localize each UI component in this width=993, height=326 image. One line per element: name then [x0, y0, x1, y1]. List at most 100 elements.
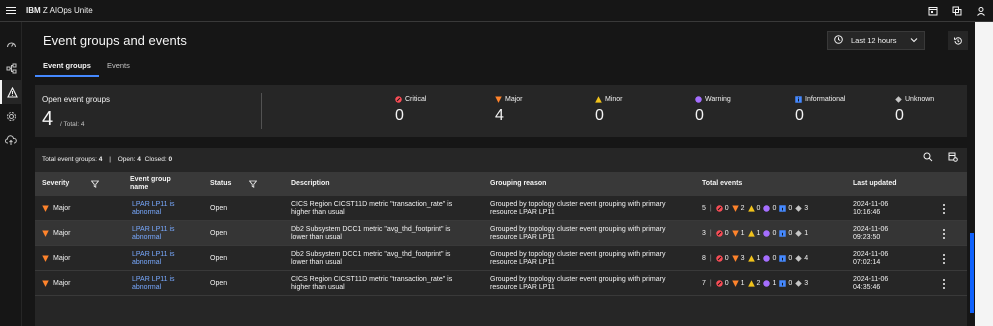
event-groups-table: Total event groups: 4 | Open: 4 Closed: … — [35, 148, 967, 326]
overflow-menu-icon[interactable] — [943, 279, 947, 289]
informational-icon — [795, 96, 802, 103]
warning-icon — [763, 255, 771, 262]
description-cell: Db2 Subsystem DCC1 metric "avg_thd_footp… — [291, 250, 451, 266]
grouping-reason-cell: Grouped by topology cluster event groupi… — [490, 250, 666, 266]
severity-major[interactable]: Major 4 — [495, 96, 523, 125]
informational-icon — [779, 280, 787, 287]
severity-critical[interactable]: Critical 0 — [395, 96, 426, 125]
critical-icon — [395, 96, 402, 103]
minor-icon — [747, 205, 755, 212]
severity-cell: Major — [42, 246, 71, 271]
severity-cell: Major — [42, 221, 71, 246]
major-icon — [495, 96, 502, 103]
menu-icon[interactable] — [0, 0, 22, 22]
overflow-menu-icon[interactable] — [943, 229, 947, 239]
th-total-events[interactable]: Total events — [702, 172, 742, 196]
switcher-icon[interactable] — [945, 0, 969, 22]
th-severity[interactable]: Severity — [42, 172, 100, 196]
severity-informational[interactable]: Informational 0 — [795, 96, 845, 125]
overflow-menu-icon[interactable] — [943, 254, 947, 264]
informational-icon — [779, 255, 787, 262]
chevron-down-icon — [910, 36, 918, 45]
filter-icon — [91, 180, 100, 188]
overflow-menu-icon[interactable] — [943, 204, 947, 214]
minor-icon — [747, 255, 755, 262]
description-cell: CICS Region CICST11D metric "transaction… — [291, 275, 453, 291]
tab-event-groups[interactable]: Event groups — [35, 60, 99, 77]
grouping-reason-cell: Grouped by topology cluster event groupi… — [490, 275, 666, 291]
last-updated-cell: 2024-11-06 09:23:50 — [853, 225, 889, 241]
th-grouping-reason[interactable]: Grouping reason — [490, 172, 546, 196]
topology-icon[interactable] — [0, 56, 22, 80]
cloud-upload-icon[interactable] — [0, 128, 22, 152]
events-alert-icon[interactable] — [0, 80, 22, 104]
calendar-icon[interactable] — [921, 0, 945, 22]
tab-events[interactable]: Events — [99, 60, 138, 77]
time-range-value: Last 12 hours — [851, 36, 897, 45]
total-events-cell: 7 | 0 1 2 1 0 3 — [702, 279, 809, 287]
severity-cell: Major — [42, 196, 71, 221]
app-brand[interactable]: IBM Z AIOps Unite — [26, 6, 93, 15]
grouping-reason-cell: Grouped by topology cluster event groupi… — [490, 200, 666, 216]
major-icon — [731, 230, 739, 237]
dashboard-icon[interactable] — [0, 32, 22, 56]
severity-warning[interactable]: Warning 0 — [695, 96, 731, 125]
table-row[interactable]: Major LPAR LP11 is abnormal Open CICS Reg… — [35, 271, 967, 296]
minor-icon — [595, 96, 602, 103]
table-counts: Total event groups: 4 | Open: 4 Closed: … — [42, 155, 173, 163]
time-range-dropdown[interactable]: Last 12 hours — [827, 31, 925, 50]
minor-icon — [747, 280, 755, 287]
event-group-name-link[interactable]: LPAR LP11 is abnormal — [132, 221, 175, 246]
status-cell: Open — [210, 279, 228, 287]
major-icon — [731, 205, 739, 212]
major-icon — [42, 280, 49, 287]
open-event-groups-summary: Open event groups 4 / Total: 4 Critical … — [35, 85, 967, 137]
major-icon — [731, 255, 739, 262]
event-group-name-link[interactable]: LPAR LP11 is abnormal — [132, 196, 175, 221]
unknown-icon — [895, 96, 902, 103]
main-content: Event groups and events Last 12 hours Ev… — [35, 22, 975, 326]
th-status[interactable]: Status — [210, 172, 258, 196]
summary-total: / Total: 4 — [60, 121, 85, 128]
major-icon — [42, 230, 49, 237]
warning-icon — [695, 96, 702, 103]
user-icon[interactable] — [969, 0, 993, 22]
table-row[interactable]: Major LPAR LP11 is abnormal Open Db2 Subs… — [35, 246, 967, 271]
settings-gear-icon[interactable] — [0, 104, 22, 128]
table-header: Severity Event group name Status Descript… — [35, 172, 967, 196]
status-cell: Open — [210, 229, 228, 237]
total-events-cell: 3 | 0 1 1 0 0 1 — [702, 229, 809, 237]
description-cell: CICS Region CICST11D metric "transaction… — [291, 200, 453, 216]
event-group-name-link[interactable]: LPAR LP11 is abnormal — [132, 246, 175, 271]
table-toolbar: Total event groups: 4 | Open: 4 Closed: … — [35, 148, 967, 170]
major-icon — [42, 255, 49, 262]
critical-icon — [715, 280, 723, 287]
total-events-cell: 5 | 0 2 0 0 0 3 — [702, 204, 809, 212]
summary-count: 4 — [42, 108, 54, 130]
grouping-reason-cell: Grouped by topology cluster event groupi… — [490, 225, 666, 241]
th-last-updated[interactable]: Last updated — [853, 172, 897, 196]
warning-icon — [763, 205, 771, 212]
table-row[interactable]: Major LPAR LP11 is abnormal Open CICS Reg… — [35, 196, 967, 221]
top-header: IBM Z AIOps Unite — [0, 0, 993, 22]
critical-icon — [715, 230, 723, 237]
right-edge-panel — [975, 22, 993, 326]
table-search-icon[interactable] — [923, 152, 933, 164]
history-icon — [954, 36, 962, 45]
critical-icon — [715, 255, 723, 262]
warning-icon — [763, 230, 771, 237]
th-event-group-name[interactable]: Event group name — [130, 172, 171, 196]
page-title: Event groups and events — [43, 33, 187, 48]
side-nav — [0, 22, 22, 326]
table-row[interactable]: Major LPAR LP11 is abnormal Open Db2 Subs… — [35, 221, 967, 246]
filter-icon — [249, 180, 258, 188]
th-description[interactable]: Description — [291, 172, 330, 196]
unknown-icon — [795, 280, 803, 287]
summary-title: Open event groups — [42, 95, 111, 104]
event-group-name-link[interactable]: LPAR LP11 is abnormal — [132, 271, 175, 296]
scrollbar-thumb[interactable] — [970, 233, 974, 313]
history-reset-button[interactable] — [948, 31, 968, 50]
table-settings-icon[interactable] — [948, 152, 958, 164]
severity-minor[interactable]: Minor 0 — [595, 96, 623, 125]
severity-unknown[interactable]: Unknown 0 — [895, 96, 934, 125]
